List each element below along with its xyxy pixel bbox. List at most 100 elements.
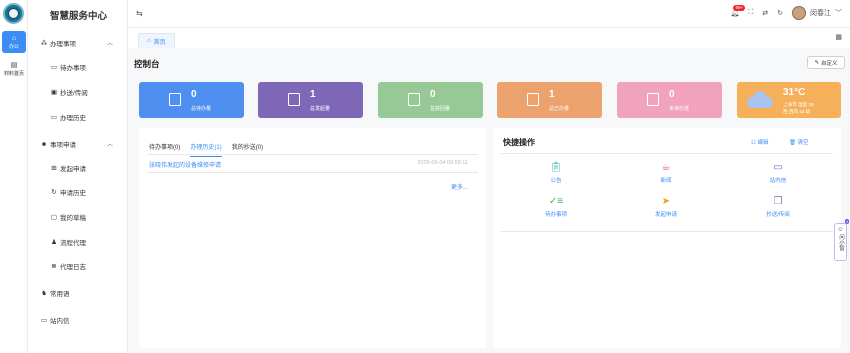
weather-card: 31°C 上海市 湿度 39 西 西风 ≤3 级 (737, 82, 841, 118)
stat-value: 1 (310, 89, 316, 100)
user-menu[interactable]: 闵春江 ﹀ (792, 6, 842, 20)
more-link[interactable]: 更多... (451, 182, 468, 191)
sidebar-item-application-history[interactable]: ↻ 申请历史 (50, 187, 86, 197)
stat-value: 1 (549, 89, 555, 100)
notification-badge: 99+ (733, 5, 746, 11)
doc-edit-icon (527, 93, 539, 106)
top-bar: ⇆ 🔔︎ 99+ ⛶ ⇄ ↻ 闵春江 ﹀ (128, 0, 850, 28)
stat-value: 0 (669, 89, 675, 100)
edit-button[interactable]: ☷ 编辑 (751, 138, 768, 146)
app-rail: ⌂ 办公 ▤ 材料首页 (0, 0, 28, 353)
quick-op-notice[interactable]: 📋︎ 公告 (526, 162, 586, 184)
draft-icon: ▢ (50, 214, 58, 221)
stat-card-initiated[interactable]: 1 总发起量 (258, 82, 363, 118)
sidebar-item-new-application[interactable]: ⊞ 发起申请 (50, 163, 86, 173)
sidebar: 智慧服务中心 ⁂ 办理事项 ︿ ▭ 待办事项 ▣ 抄送/传阅 ▭ 办理历史 ■ 事项申请 … (28, 0, 128, 353)
home-icon: ⌂ (147, 38, 151, 44)
fullscreen-icon[interactable]: ⛶ (748, 9, 753, 17)
stat-label: 总已办量 (549, 106, 570, 112)
weather-location: 上海市 湿度 39 (783, 102, 814, 107)
assistant-badge: 4 (844, 219, 849, 224)
stat-label: 总获回量 (430, 106, 451, 112)
doc-clock-icon (647, 93, 659, 106)
sidebar-item-agent-log[interactable]: ≣ 代理日志 (50, 261, 86, 271)
cloud-icon (747, 90, 773, 108)
edit-icon: ☷ (751, 140, 756, 146)
assistant-label: 问小智 (838, 234, 844, 251)
avatar (792, 6, 806, 20)
record-time: 2025-06-04 09:58:11 (417, 160, 468, 166)
sidebar-item-process-agent[interactable]: ♟ 流程代理 (50, 237, 86, 247)
stat-card-done[interactable]: 1 总已办量 (497, 82, 602, 118)
grid-icon[interactable]: ▦ (835, 33, 842, 41)
quick-op-site-message[interactable]: ▭ 站内信 (748, 162, 808, 184)
sidebar-item-common-phrases[interactable]: ♞ 常用语 (40, 288, 69, 298)
clock-doc-icon (169, 93, 181, 106)
stat-label: 总待办量 (191, 106, 212, 112)
sidebar-item-site-messages[interactable]: ▭ 站内信 (40, 315, 70, 325)
menu-toggle-icon[interactable]: ⇆ (136, 9, 143, 18)
stat-card-unread-cc[interactable]: 0 未读抄送 (617, 82, 722, 118)
app-logo (3, 3, 24, 24)
stat-label: 未读抄送 (669, 106, 690, 112)
chevron-up-icon[interactable]: ︿ (107, 38, 113, 47)
sidebar-group-handle-items[interactable]: ⁂ 办理事项 (40, 38, 76, 48)
quick-ops-title: 快捷操作 (503, 138, 535, 147)
inbox-icon: ▣ (50, 89, 58, 96)
log-icon: ≣ (51, 263, 57, 270)
message-icon: ▭ (40, 317, 48, 324)
rail-item-office[interactable]: ⌂ 办公 (2, 31, 26, 53)
home-icon: ⌂ (11, 34, 17, 42)
agent-icon: ♟ (51, 239, 57, 246)
quick-ops-panel: 快捷操作 ☷ 编辑 🗑︎ 清空 📋︎ 公告 ☕︎ 新闻 ▭ 站内信 ✓≡ 待办事… (493, 128, 841, 348)
history-icon: ▭ (50, 114, 58, 121)
rail-item-label: 材料首页 (3, 70, 24, 77)
stat-card-returned[interactable]: 0 总获回量 (378, 82, 483, 118)
quick-op-new-application[interactable]: ➤ 发起申请 (636, 196, 696, 218)
record-link[interactable]: 张晓伟发起的设备维修申请 (149, 160, 221, 169)
bell-icon[interactable]: 🔔︎ 99+ (730, 5, 746, 17)
robot-icon: ☺ (837, 227, 844, 233)
calendar-icon: ▤ (10, 61, 18, 69)
page-title: 控制台 (134, 59, 160, 69)
chevron-down-icon: ﹀ (835, 10, 842, 17)
rail-item-materials[interactable]: ▤ 材料首页 (2, 58, 26, 80)
divider (147, 172, 478, 173)
clipboard-icon: 📋︎ (549, 162, 563, 173)
sidebar-item-cc[interactable]: ▣ 抄送/传阅 (50, 87, 88, 97)
refresh-icon: ↻ (51, 189, 57, 196)
quick-op-news[interactable]: ☕︎ 新闻 (636, 162, 696, 184)
plus-square-icon: ⊞ (51, 165, 57, 172)
rail-item-label: 办公 (8, 43, 19, 50)
sidebar-item-history[interactable]: ▭ 办理历史 (50, 112, 86, 122)
news-icon: ☕︎ (661, 162, 671, 173)
send-icon: ➤ (661, 196, 671, 207)
apps-icon: ⁂ (40, 40, 48, 47)
clear-button[interactable]: 🗑︎ 清空 (789, 138, 809, 146)
sidebar-group-applications[interactable]: ■ 事项申请 (40, 139, 76, 150)
divider (501, 153, 833, 154)
users-icon: ♞ (41, 290, 47, 297)
form-icon: ■ (42, 140, 46, 148)
sidebar-item-drafts[interactable]: ▢ 我的草稿 (50, 212, 86, 222)
quick-op-todo[interactable]: ✓≡ 待办事项 (526, 196, 586, 218)
sidebar-item-todo[interactable]: ▭ 待办事项 (50, 62, 86, 72)
divider (501, 231, 833, 232)
briefcase-icon: ▭ (50, 64, 58, 71)
assistant-widget[interactable]: 4 ☺ 问小智 (834, 219, 849, 261)
customize-button[interactable]: ✎ 自定义 (807, 56, 845, 69)
doc-clock-icon (408, 93, 420, 106)
tab-home[interactable]: ⌂ 首页 (138, 33, 175, 48)
username: 闵春江 (810, 10, 831, 17)
refresh-icon[interactable]: ↻ (777, 9, 783, 17)
quick-op-cc[interactable]: ❐ 抄送/传阅 (748, 196, 808, 218)
chat-icon: ▭ (773, 162, 783, 173)
weather-temp: 31°C (783, 87, 806, 98)
chevron-up-icon[interactable]: ︿ (107, 139, 113, 148)
stat-value: 0 (430, 89, 436, 100)
records-panel: 待办事项(0) 办理历史(1) 我的抄送(0) 张晓伟发起的设备维修申请 202… (139, 128, 486, 348)
app-title: 智慧服务中心 (50, 11, 108, 22)
translate-icon[interactable]: ⇄ (762, 9, 768, 17)
stat-card-todo[interactable]: 0 总待办量 (139, 82, 244, 118)
checklist-icon: ✓≡ (548, 196, 564, 207)
